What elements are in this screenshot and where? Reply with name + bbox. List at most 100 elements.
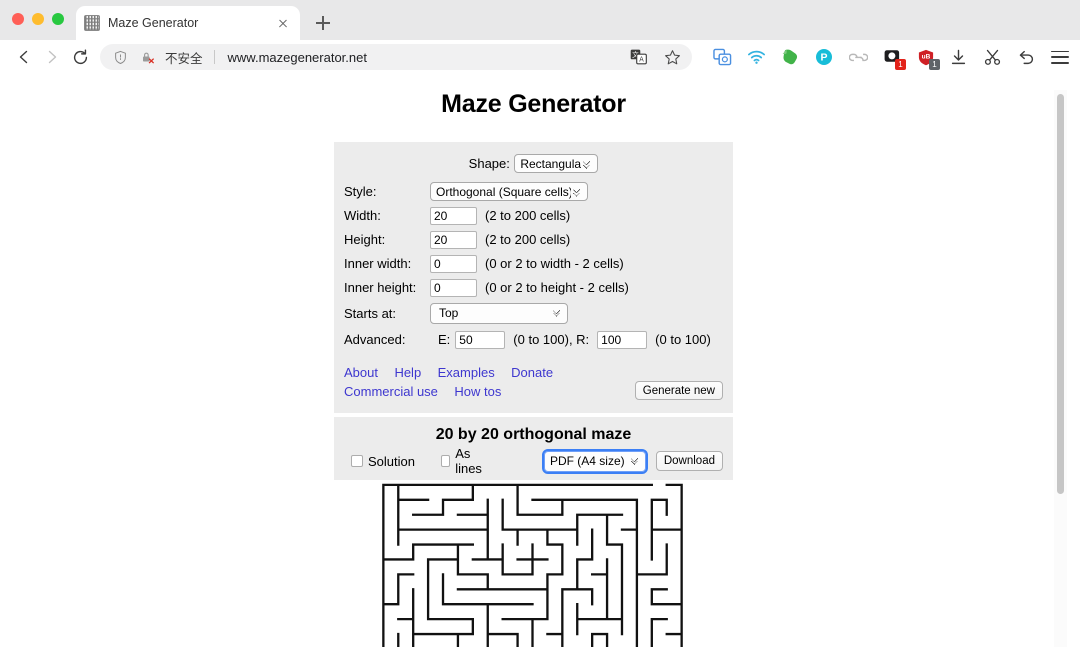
chevron-left-icon[interactable]	[10, 43, 38, 71]
advanced-row: Advanced: E: (0 to 100), R: (0 to 100)	[344, 327, 723, 352]
style-row: Style: Orthogonal (Square cells)	[344, 180, 723, 203]
maze-output-panel: 20 by 20 orthogonal maze Solution As lin…	[334, 417, 733, 480]
wifi-extension-icon[interactable]	[746, 47, 766, 67]
page-viewport: Maze Generator Shape: Rectangular Style:…	[0, 74, 1080, 647]
starts-at-row: Starts at: Top	[344, 300, 723, 326]
url-text: www.mazegenerator.net	[227, 49, 367, 65]
svg-text:A: A	[639, 56, 644, 64]
page-content: Maze Generator Shape: Rectangular Style:…	[0, 90, 1067, 647]
height-input[interactable]	[430, 230, 477, 249]
as-lines-checkbox[interactable]	[440, 455, 451, 467]
link-examples[interactable]: Examples	[438, 365, 495, 380]
scissors-icon[interactable]	[982, 47, 1002, 67]
as-lines-checkbox-wrap[interactable]: As lines	[440, 446, 488, 476]
evernote-extension-icon[interactable]	[780, 47, 800, 67]
inner-width-hint: (0 or 2 to width - 2 cells)	[485, 256, 624, 271]
width-row: Width: (2 to 200 cells)	[344, 204, 723, 227]
as-lines-label: As lines	[455, 446, 482, 476]
shield-icon[interactable]	[110, 47, 130, 67]
solution-label: Solution	[368, 453, 415, 469]
screenshot-extension-icon[interactable]	[712, 47, 732, 67]
link-how-tos[interactable]: How tos	[454, 384, 501, 399]
minimize-window-button[interactable]	[32, 13, 44, 25]
omnibox-right-icons: 文 A	[628, 47, 686, 67]
links-line-1: About Help Examples Donate	[344, 363, 723, 382]
inner-height-row: Inner height: (0 or 2 to height - 2 cell…	[344, 276, 723, 299]
menu-icon[interactable]	[1050, 47, 1070, 67]
maze-svg	[382, 483, 683, 647]
inner-height-label: Inner height:	[344, 280, 417, 295]
generate-new-button[interactable]: Generate new	[634, 381, 723, 400]
browser-actions-row	[936, 47, 1070, 67]
solution-checkbox[interactable]	[351, 455, 363, 467]
link-donate[interactable]: Donate	[511, 365, 553, 380]
style-label: Style:	[344, 184, 377, 199]
inner-width-label: Inner width:	[344, 256, 412, 271]
reload-icon[interactable]	[66, 43, 94, 71]
inner-height-input[interactable]	[430, 278, 477, 297]
height-hint: (2 to 200 cells)	[485, 232, 571, 247]
pocket-extension-icon[interactable]: P	[814, 47, 834, 67]
maze-image	[378, 482, 687, 647]
links-section: About Help Examples Donate Commercial us…	[344, 363, 723, 401]
star-icon[interactable]	[662, 47, 682, 67]
shape-select[interactable]: Rectangular	[514, 154, 599, 173]
extension-badge-count: 1	[929, 59, 940, 70]
link-extension-icon[interactable]	[848, 47, 868, 67]
downloads-icon[interactable]	[948, 47, 968, 67]
maximize-window-button[interactable]	[52, 13, 64, 25]
shield-extension-icon[interactable]: uB 1	[916, 47, 940, 70]
width-hint: (2 to 200 cells)	[485, 208, 571, 223]
link-help[interactable]: Help	[394, 365, 421, 380]
inner-height-hint: (0 or 2 to height - 2 cells)	[485, 280, 629, 295]
page-title: Maze Generator	[441, 90, 626, 118]
advanced-label: Advanced:	[344, 332, 406, 347]
page-scrollbar[interactable]	[1054, 90, 1067, 647]
solution-checkbox-wrap[interactable]: Solution	[351, 454, 415, 469]
undo-icon[interactable]	[1016, 47, 1036, 67]
omnibox-divider	[213, 50, 215, 64]
width-label: Width:	[344, 208, 381, 223]
address-bar[interactable]: 不安全 www.mazegenerator.net 文 A	[100, 44, 692, 70]
link-commercial-use[interactable]: Commercial use	[344, 384, 438, 399]
link-about[interactable]: About	[344, 365, 378, 380]
chevron-right-icon	[38, 43, 66, 71]
starts-at-label: Starts at:	[344, 305, 397, 321]
dark-extension-icon[interactable]: 1	[882, 47, 906, 70]
lock-crossed-icon[interactable]	[137, 47, 157, 67]
inner-width-row: Inner width: (0 or 2 to width - 2 cells)	[344, 252, 723, 275]
starts-at-select[interactable]: Top	[430, 302, 568, 324]
style-select[interactable]: Orthogonal (Square cells)	[430, 182, 588, 201]
browser-window: Maze Generator 不安全 www.mazegenerator.net…	[0, 0, 1080, 647]
scrollbar-thumb[interactable]	[1057, 94, 1064, 494]
browser-tab[interactable]: Maze Generator	[76, 6, 300, 40]
maze-output-title: 20 by 20 orthogonal maze	[435, 426, 632, 443]
browser-toolbar: 不安全 www.mazegenerator.net 文 A P 1 uB 1	[0, 40, 1080, 74]
output-controls-row: Solution As lines PDF (A4 size) Download	[344, 446, 723, 476]
close-icon[interactable]	[274, 14, 292, 32]
inner-width-input[interactable]	[430, 254, 477, 273]
tab-strip: Maze Generator	[0, 0, 1080, 40]
shape-row: Shape: Rectangular	[344, 152, 723, 180]
r-input[interactable]	[597, 330, 648, 349]
security-status-text: 不安全	[165, 51, 203, 66]
e-input[interactable]	[455, 330, 506, 349]
omnibox-left-icons: 不安全 www.mazegenerator.net	[110, 47, 367, 67]
width-input[interactable]	[430, 206, 477, 225]
shape-label: Shape:	[468, 156, 510, 171]
maze-options-panel: Shape: Rectangular Style: Orthogonal (Sq…	[334, 142, 733, 413]
maze-favicon	[84, 15, 100, 31]
close-window-button[interactable]	[12, 13, 24, 25]
plus-icon[interactable]	[312, 12, 334, 34]
extensions-row: P 1 uB 1	[700, 47, 940, 70]
height-label: Height:	[344, 232, 386, 247]
extension-badge-count: 1	[895, 59, 906, 70]
height-row: Height: (2 to 200 cells)	[344, 228, 723, 251]
translate-icon[interactable]: 文 A	[628, 47, 648, 67]
format-select[interactable]: PDF (A4 size)	[541, 448, 648, 474]
download-button[interactable]: Download	[655, 451, 723, 471]
svg-text:P: P	[820, 52, 827, 64]
window-controls	[12, 13, 64, 25]
r-hint: (0 to 100)	[655, 332, 711, 347]
tab-title: Maze Generator	[108, 16, 199, 30]
